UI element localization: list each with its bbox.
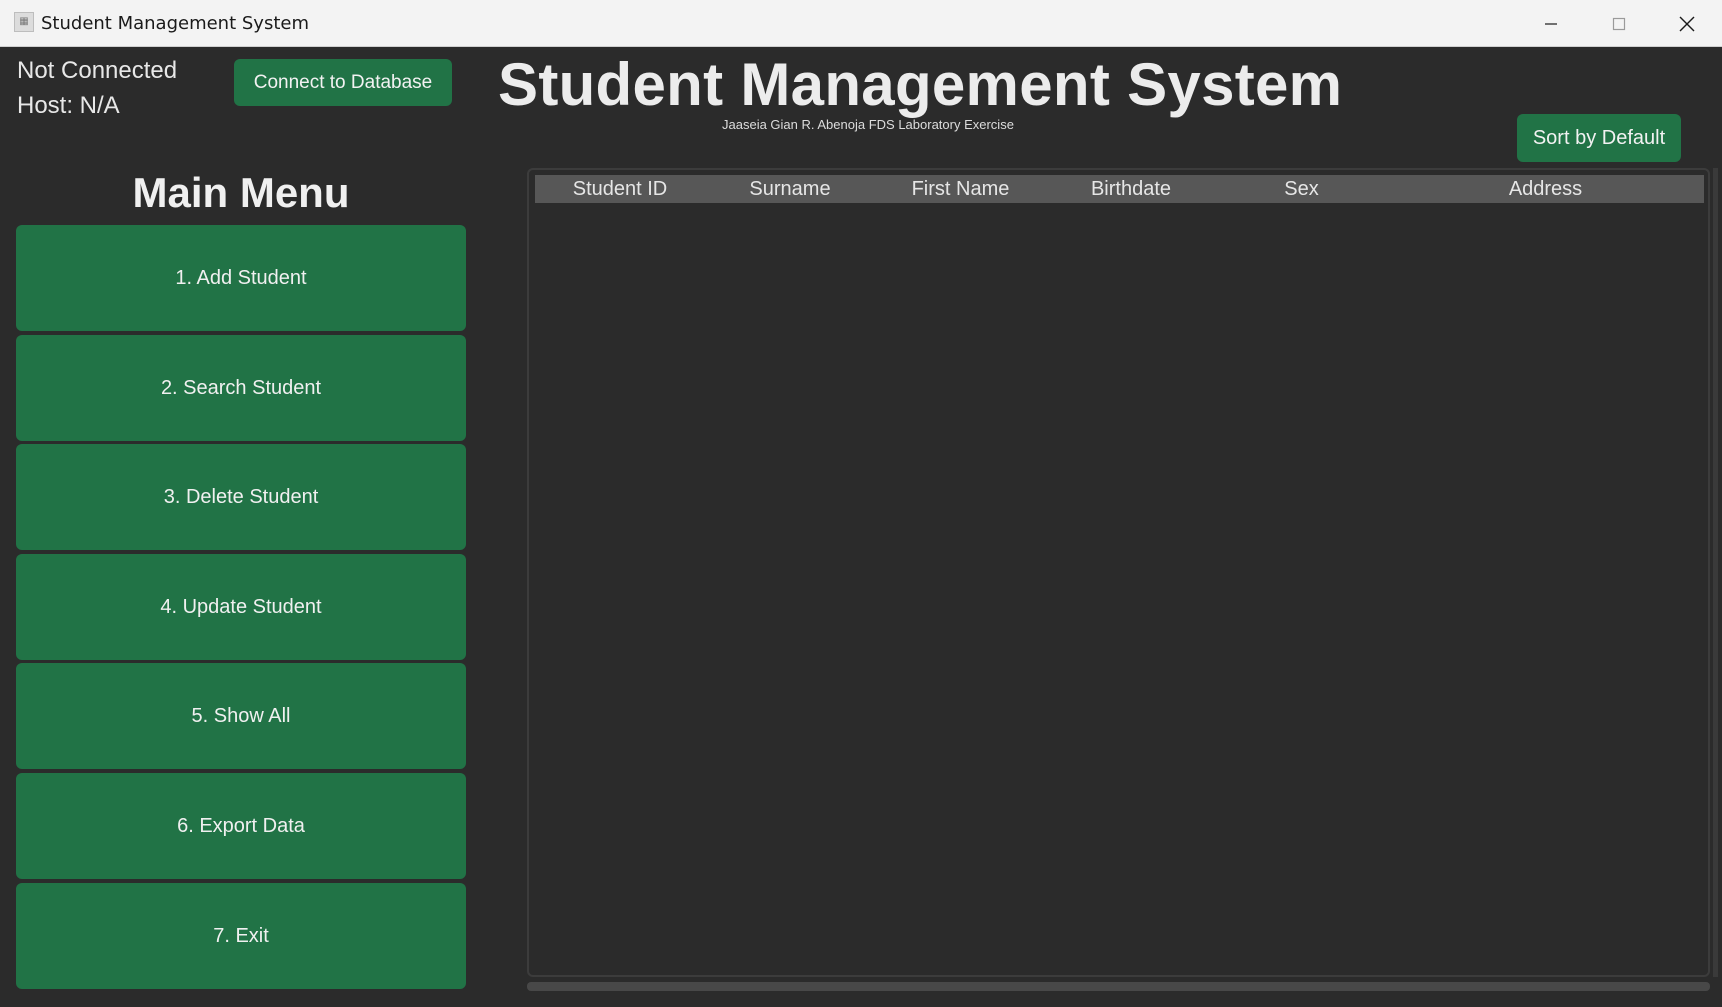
app-icon: ▦ [14,12,34,32]
page-title: Student Management System [498,51,1343,118]
column-header-sex[interactable]: Sex [1216,175,1387,203]
sort-default-button[interactable]: Sort by Default [1517,114,1681,162]
column-header-birthdate[interactable]: Birthdate [1046,175,1216,203]
minimize-button[interactable] [1517,0,1585,47]
menu-delete-student-button[interactable]: 3. Delete Student [16,444,466,550]
menu-export-data-button[interactable]: 6. Export Data [16,773,466,879]
column-header-address[interactable]: Address [1387,175,1704,203]
maximize-button[interactable] [1585,0,1653,47]
column-header-student-id[interactable]: Student ID [535,175,705,203]
minimize-icon [1545,22,1557,25]
menu-exit-button[interactable]: 7. Exit [16,883,466,989]
close-button[interactable] [1653,0,1721,47]
horizontal-scrollbar[interactable] [527,982,1710,991]
main-menu: 1. Add Student 2. Search Student 3. Dele… [16,225,466,992]
connection-status: Not Connected [17,57,178,84]
menu-update-student-button[interactable]: 4. Update Student [16,554,466,660]
window-title: Student Management System [41,13,309,34]
column-header-surname[interactable]: Surname [705,175,875,203]
host-status: Host: N/A [17,92,120,119]
app-client-area: Not Connected Host: N/A Connect to Datab… [0,47,1722,1007]
student-table[interactable]: Student ID Surname First Name Birthdate … [527,168,1710,977]
maximize-icon [1612,17,1626,30]
column-header-first-name[interactable]: First Name [875,175,1046,203]
close-icon [1679,16,1695,31]
menu-add-student-button[interactable]: 1. Add Student [16,225,466,331]
menu-search-student-button[interactable]: 2. Search Student [16,335,466,441]
menu-show-all-button[interactable]: 5. Show All [16,663,466,769]
window-titlebar: ▦ Student Management System [0,0,1722,47]
vertical-scrollbar[interactable] [1713,168,1718,977]
main-menu-title: Main Menu [132,169,350,216]
page-subtitle: Jaaseia Gian R. Abenoja FDS Laboratory E… [722,117,1014,132]
table-header: Student ID Surname First Name Birthdate … [535,175,1704,203]
connect-database-button[interactable]: Connect to Database [234,59,452,106]
